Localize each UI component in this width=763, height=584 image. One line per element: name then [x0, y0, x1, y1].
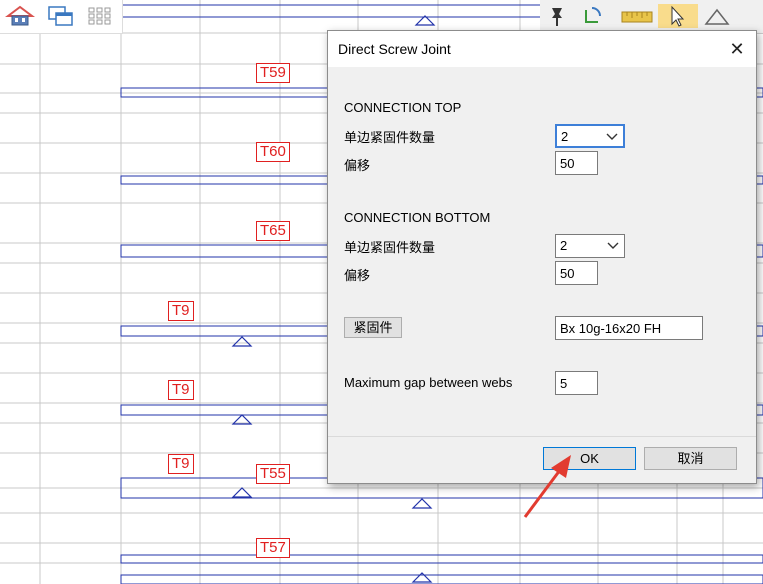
- max-gap-label: Maximum gap between webs: [344, 375, 513, 390]
- close-icon[interactable]: ✕: [726, 38, 748, 60]
- dialog-titlebar[interactable]: Direct Screw Joint ✕: [328, 31, 756, 67]
- dialog-title: Direct Screw Joint: [338, 41, 451, 57]
- top-fastener-count-label: 单边紧固件数量: [344, 130, 436, 145]
- member-tag[interactable]: T59: [256, 63, 290, 83]
- shape-icon[interactable]: [702, 4, 732, 28]
- direct-screw-joint-dialog: Direct Screw Joint ✕ CONNECTION TOP 单边紧固…: [327, 30, 757, 484]
- bottom-fastener-count-select[interactable]: 2: [555, 234, 625, 258]
- support-marker: [231, 487, 253, 498]
- top-fastener-count-value: 2: [561, 129, 569, 144]
- bottom-offset-input[interactable]: [555, 261, 598, 285]
- member-tag[interactable]: T57: [256, 538, 290, 558]
- fastener-input[interactable]: [555, 316, 703, 340]
- bottom-fastener-count-value: 2: [560, 238, 568, 253]
- max-gap-input[interactable]: [555, 371, 598, 395]
- home-icon[interactable]: [5, 4, 35, 28]
- member-tag[interactable]: T9: [168, 454, 194, 474]
- bottom-offset-label: 偏移: [344, 268, 371, 283]
- support-marker: [231, 336, 253, 347]
- windows-icon[interactable]: [46, 4, 76, 28]
- support-marker: [411, 498, 433, 509]
- bottom-fastener-count-label: 单边紧固件数量: [344, 240, 436, 255]
- view-toolbar: [0, 0, 123, 34]
- member-tag[interactable]: T9: [168, 301, 194, 321]
- ok-button[interactable]: OK: [543, 447, 636, 470]
- grid-icon[interactable]: [85, 4, 115, 28]
- member-tag[interactable]: T65: [256, 221, 290, 241]
- member-tag[interactable]: T9: [168, 380, 194, 400]
- cancel-button[interactable]: 取消: [644, 447, 737, 470]
- member-tag[interactable]: T55: [256, 464, 290, 484]
- rotate-icon[interactable]: [580, 4, 606, 28]
- connection-bottom-heading: CONNECTION BOTTOM: [344, 210, 491, 225]
- top-offset-label: 偏移: [344, 158, 371, 173]
- dialog-footer-divider: [328, 436, 756, 437]
- support-marker: [411, 572, 433, 583]
- chevron-down-icon: [606, 133, 618, 140]
- connection-top-heading: CONNECTION TOP: [344, 100, 462, 115]
- top-offset-input[interactable]: [555, 151, 598, 175]
- pin-icon[interactable]: [544, 4, 570, 28]
- member-tag[interactable]: T60: [256, 142, 290, 162]
- top-fastener-count-select[interactable]: 2: [555, 124, 625, 148]
- chevron-down-icon: [607, 242, 619, 249]
- pointer-icon[interactable]: [658, 4, 698, 28]
- edit-toolbar: [540, 0, 763, 34]
- truss-member: [120, 574, 763, 584]
- fastener-button[interactable]: 紧固件: [344, 317, 402, 338]
- ruler-icon[interactable]: [620, 4, 654, 28]
- truss-member: [120, 554, 763, 564]
